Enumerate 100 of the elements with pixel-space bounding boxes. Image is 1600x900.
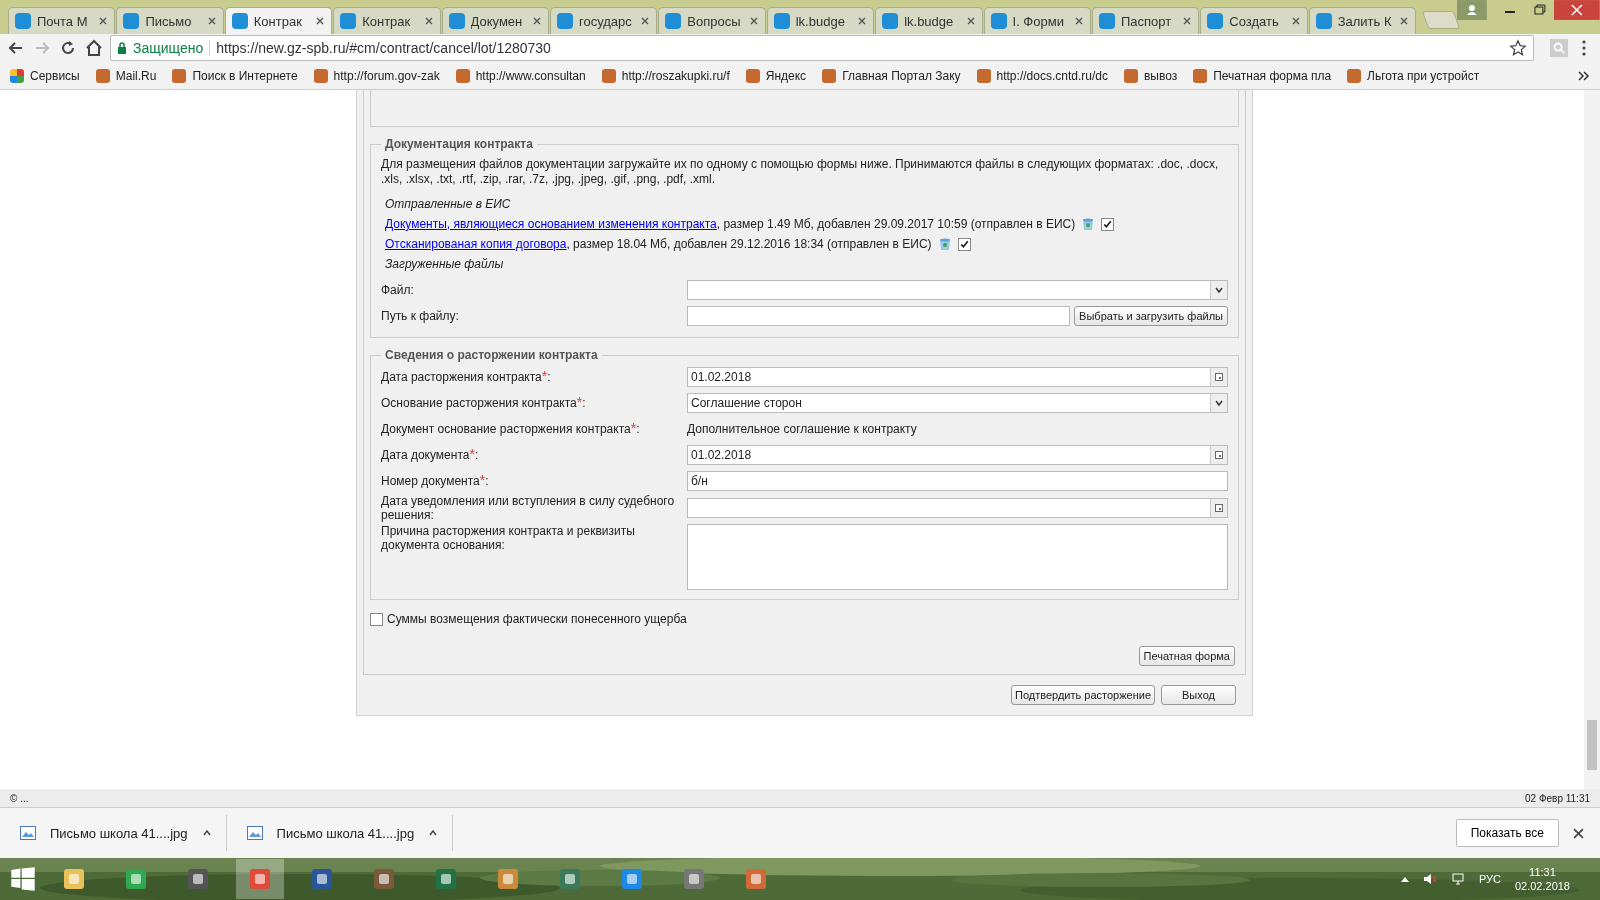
bookmark[interactable]: Печатная форма пла: [1193, 68, 1332, 83]
show-all-button[interactable]: Показать все: [1455, 819, 1559, 847]
date-field[interactable]: 01.02.2018: [687, 444, 1228, 465]
bookmark[interactable]: вывоз: [1123, 68, 1178, 83]
browser-tab[interactable]: Паспорт: [1091, 7, 1200, 34]
upload-instructions: Для размещения файлов документации загружайте их по одному с помощью формы ниже. Принимаются файлы в следующих форматах: .doc, .docx, .xls, .xlsx, .txt, .rtf, .zip, .rar, .7z, .jpg, .jpeg, .gif, .png, .pdf, .xml.: [381, 157, 1220, 187]
input-field[interactable]: б/н: [687, 470, 1228, 491]
more-bookmarks-icon[interactable]: [1578, 70, 1590, 81]
footer-date: 02 Февр 11:31: [1525, 792, 1590, 804]
address-bar[interactable]: Защищено https://new.gz-spb.ru/#cm/contract/cancel/lot/1280730: [110, 35, 1534, 61]
star-icon[interactable]: [1509, 39, 1527, 57]
print-button[interactable]: Печатная форма: [1138, 646, 1235, 666]
close-icon[interactable]: [1399, 16, 1410, 26]
bookmark[interactable]: Яндекс: [745, 68, 807, 83]
browser-tab[interactable]: I. Форми: [983, 7, 1091, 34]
checkbox-label: Суммы возмещения фактически понесенного ущерба: [387, 612, 687, 626]
browser-tab[interactable]: Контрак: [224, 7, 333, 34]
scrollbar[interactable]: [1584, 90, 1600, 789]
url-text: https://new.gz-spb.ru/#cm/contract/cancel/lot/1280730: [216, 40, 551, 56]
bookmark[interactable]: http://docs.cntd.ru/dc: [976, 68, 1108, 83]
browser-tab[interactable]: lk.budge: [766, 7, 875, 34]
date-field[interactable]: 01.02.2018: [687, 366, 1228, 387]
field-label: Дата расторжения контракта*:: [381, 369, 552, 384]
copyright-text: © ...: [10, 792, 29, 804]
home-icon[interactable]: [84, 38, 104, 58]
download-item[interactable]: Письмо школа 41....jpg: [0, 815, 227, 851]
site-icon: [15, 13, 31, 29]
close-icon[interactable]: [1073, 16, 1084, 26]
browser-tab[interactable]: Создать: [1200, 7, 1308, 34]
close-icon[interactable]: [423, 16, 434, 26]
date-field[interactable]: [687, 498, 1228, 518]
secure-label: Защищено: [133, 40, 204, 56]
bookmark[interactable]: http://forum.gov-zak: [313, 68, 440, 83]
close-icon[interactable]: [965, 16, 976, 26]
browser-tab[interactable]: государс: [549, 7, 658, 34]
browser-tab[interactable]: Вопросы: [658, 7, 766, 34]
reason-dropdown[interactable]: Соглашение сторон: [687, 392, 1228, 413]
network-icon[interactable]: [1450, 872, 1465, 886]
bookmark[interactable]: http://roszakupki.ru/f: [601, 68, 730, 83]
site-icon: [448, 13, 465, 29]
checkbox[interactable]: [957, 237, 971, 251]
action-button[interactable]: Подтвердить расторжение: [1010, 685, 1155, 705]
site-icon: [990, 13, 1007, 29]
close-icon[interactable]: [98, 16, 109, 26]
bookmark[interactable]: Mail.Ru: [95, 68, 157, 83]
browser-tab[interactable]: Контрак: [333, 7, 441, 34]
close-icon[interactable]: [640, 16, 651, 26]
file-link[interactable]: Документы, являющиеся основанием изменения контракта: [385, 217, 717, 231]
field-label: Путь к файлу:: [381, 308, 460, 323]
start-icon[interactable]: [10, 866, 36, 892]
action-button[interactable]: Выход: [1161, 685, 1236, 705]
site-icon: [1098, 13, 1115, 29]
browser-tab[interactable]: Залить К: [1308, 7, 1417, 34]
close-icon[interactable]: [315, 16, 326, 26]
caret-icon[interactable]: [201, 828, 212, 838]
site-icon: [665, 13, 682, 29]
file-entry: Документы, являющиеся основанием изменения контракта, размер 1.49 Мб, добавлен 29.09.2017 10:59 (отправлен в ЕИС): [385, 217, 1076, 231]
checkbox[interactable]: [370, 612, 383, 626]
calendar-icon[interactable]: [1214, 371, 1224, 382]
field-value: Дополнительное соглашение к контракту: [687, 421, 918, 436]
browser-tab[interactable]: lk.budge: [875, 7, 983, 34]
bookmark[interactable]: Сервисы: [10, 68, 80, 83]
field-label: Документ основание расторжения контракта*:: [381, 421, 641, 436]
browser-tab[interactable]: Почта М: [8, 7, 116, 34]
bookmark[interactable]: Льгота при устройст: [1347, 68, 1480, 83]
file-path-field[interactable]: [687, 305, 1071, 326]
close-icon[interactable]: [1182, 16, 1193, 26]
close-icon[interactable]: [206, 16, 217, 26]
field-label: Дата уведомления или вступления в силу судебного решения:: [381, 494, 676, 522]
user-icon[interactable]: [1456, 0, 1487, 20]
close-icon[interactable]: [1290, 16, 1301, 26]
calendar-icon[interactable]: [1214, 503, 1224, 513]
clock-time[interactable]: 11:31: [1529, 865, 1556, 879]
field-label: Файл:: [381, 282, 415, 297]
browser-tab[interactable]: Докумен: [441, 7, 549, 34]
site-icon: [882, 13, 899, 29]
bookmark[interactable]: Главная Портал Заку: [822, 68, 961, 83]
field-label: Номер документа*:: [381, 473, 490, 488]
site-icon: [1207, 13, 1224, 29]
browser-tab[interactable]: Письмо: [116, 7, 224, 34]
upload-button[interactable]: Выбрать и загрузить файлы: [1074, 305, 1228, 326]
bookmark[interactable]: http://www.consultan: [455, 68, 586, 83]
calendar-icon[interactable]: [1214, 449, 1224, 460]
download-item[interactable]: Письмо школа 41....jpg: [226, 815, 454, 851]
checkbox[interactable]: [1101, 217, 1115, 231]
close-icon[interactable]: [748, 16, 759, 26]
close-icon[interactable]: [857, 16, 868, 26]
close-icon[interactable]: [531, 16, 542, 26]
speaker-icon[interactable]: [1422, 872, 1437, 886]
tray-arrow-icon[interactable]: [1400, 876, 1409, 882]
language-indicator[interactable]: РУС: [1478, 873, 1501, 885]
clock-date[interactable]: 02.02.2018: [1514, 879, 1570, 893]
subsection-heading: Загруженные файлы: [385, 257, 505, 271]
close-icon[interactable]: [1554, 0, 1600, 20]
caret-icon[interactable]: [428, 828, 439, 838]
field-label: Основание расторжения контракта*:: [381, 395, 587, 410]
close-icon[interactable]: [1573, 827, 1584, 839]
image-file-icon: [20, 826, 36, 840]
section-title: Документация контракта: [384, 137, 534, 151]
bookmark[interactable]: Поиск в Интернете: [172, 68, 298, 83]
